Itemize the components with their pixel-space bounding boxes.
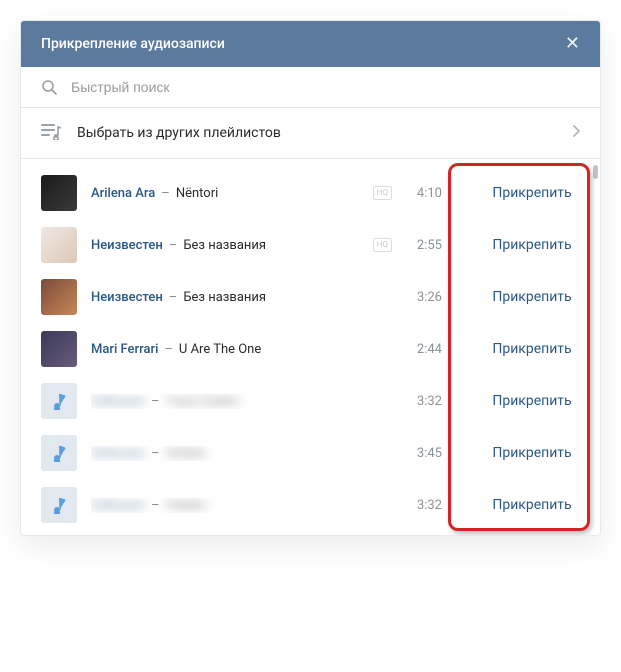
close-icon[interactable]: ✕ — [565, 35, 580, 53]
track-cover — [41, 227, 77, 263]
track-artist: Неизвестен — [91, 290, 163, 305]
attach-button[interactable]: Прикрепить — [484, 393, 580, 409]
attach-button[interactable]: Прикрепить — [484, 237, 580, 253]
attach-button[interactable]: Прикрепить — [484, 289, 580, 305]
track-info: Неизвестен–Без названия — [91, 238, 359, 253]
track-title: U Are The One — [179, 342, 261, 357]
track-cover — [41, 435, 77, 471]
track-row[interactable]: Unknown–Hidden 3:45 Прикрепить — [21, 427, 600, 479]
choose-other-playlists[interactable]: Выбрать из других плейлистов — [21, 108, 600, 159]
modal-title: Прикрепление аудиозаписи — [41, 36, 225, 52]
track-duration: 3:45 — [410, 446, 442, 461]
track-artist: Unknown — [91, 394, 145, 409]
track-duration: 4:10 — [410, 186, 442, 201]
track-artist: Mari Ferrari — [91, 342, 158, 357]
track-title: Nëntori — [176, 186, 218, 201]
track-list: Arilena Ara–NëntoriHQ4:10ПрикрепитьНеизв… — [21, 159, 600, 535]
separator: – — [151, 446, 160, 461]
track-row[interactable]: Неизвестен–Без названия 3:26 Прикрепить — [21, 271, 600, 323]
track-duration: 3:32 — [410, 498, 442, 513]
search-input[interactable] — [71, 79, 580, 95]
track-artist: Unknown — [91, 498, 145, 513]
track-duration: 3:32 — [410, 394, 442, 409]
attach-button[interactable]: Прикрепить — [484, 445, 580, 461]
track-duration: 2:44 — [410, 342, 442, 357]
track-row[interactable]: Неизвестен–Без названия HQ 2:55 Прикрепить — [21, 219, 600, 271]
track-info: Mari Ferrari–U Are The One — [91, 342, 396, 357]
track-info: Arilena Ara–Nëntori — [91, 186, 359, 201]
separator: – — [169, 290, 178, 305]
modal-container: Прикрепление аудиозаписи ✕ Выбрать из др… — [0, 0, 621, 556]
track-row[interactable]: Unknown–Hidden 3:32 Прикрепить — [21, 479, 600, 531]
attach-button[interactable]: Прикрепить — [484, 341, 580, 357]
track-info: Unknown–Hidden — [91, 446, 396, 461]
track-cover — [41, 175, 77, 211]
separator: – — [151, 498, 160, 513]
scrollbar-thumb[interactable] — [593, 165, 598, 179]
hq-badge: HQ — [373, 186, 392, 200]
track-row[interactable]: Arilena Ara–Nëntori HQ 4:10 Прикрепить — [21, 167, 600, 219]
track-info: Unknown–Track hidden — [91, 394, 396, 409]
track-duration: 2:55 — [410, 238, 442, 253]
separator: – — [151, 394, 160, 409]
separator: – — [164, 342, 173, 357]
search-icon — [41, 79, 57, 95]
playlist-icon — [41, 122, 61, 144]
track-title: Hidden — [166, 498, 207, 513]
track-cover — [41, 331, 77, 367]
track-artist: Arilena Ara — [91, 186, 155, 201]
separator: – — [169, 238, 178, 253]
track-title: Track hidden — [166, 394, 240, 409]
choose-other-playlists-label: Выбрать из других плейлистов — [77, 125, 556, 141]
track-artist: Unknown — [91, 446, 145, 461]
track-info: Неизвестен–Без названия — [91, 290, 396, 305]
chevron-right-icon — [572, 125, 580, 141]
track-duration: 3:26 — [410, 290, 442, 305]
track-cover — [41, 383, 77, 419]
hq-badge: HQ — [373, 238, 392, 252]
track-title: Hidden — [166, 446, 207, 461]
separator: – — [161, 186, 170, 201]
attach-audio-modal: Прикрепление аудиозаписи ✕ Выбрать из др… — [20, 20, 601, 536]
track-row[interactable]: Mari Ferrari–U Are The One 2:44 Прикрепить — [21, 323, 600, 375]
track-title: Без названия — [183, 290, 266, 305]
attach-button[interactable]: Прикрепить — [484, 185, 580, 201]
attach-button[interactable]: Прикрепить — [484, 497, 580, 513]
track-artist: Неизвестен — [91, 238, 163, 253]
track-cover — [41, 279, 77, 315]
track-title: Без названия — [183, 238, 266, 253]
search-row — [21, 67, 600, 108]
track-cover — [41, 487, 77, 523]
modal-header: Прикрепление аудиозаписи ✕ — [21, 21, 600, 67]
track-row[interactable]: Unknown–Track hidden 3:32 Прикрепить — [21, 375, 600, 427]
track-info: Unknown–Hidden — [91, 498, 396, 513]
